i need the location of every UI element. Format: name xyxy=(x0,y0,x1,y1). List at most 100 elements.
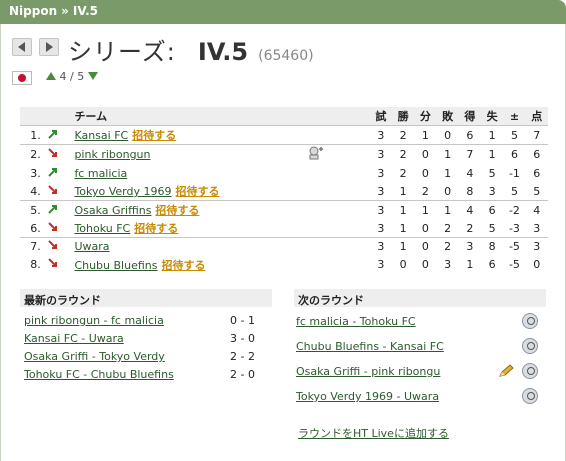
team-link[interactable]: Tohoku FC xyxy=(74,222,130,235)
magnifier-icon[interactable] xyxy=(522,388,538,404)
latest-round-panel: 最新のラウンド pink ribongun - fc malicia 0 - 1… xyxy=(20,289,272,383)
invite-link[interactable]: 招待する xyxy=(132,129,176,142)
goals-for: 2 xyxy=(466,221,474,235)
supporter-icon[interactable] xyxy=(308,146,324,160)
fixture-link[interactable]: fc malicia - Tohoku FC xyxy=(296,315,416,328)
goal-diff: 5 xyxy=(510,184,518,198)
goals-against: 1 xyxy=(481,125,504,145)
rank-navigator: 4 / 5 xyxy=(46,70,98,83)
table-row: 3. fc malicia 3 2 0 1 4 5 -1 6 xyxy=(20,164,548,182)
won: 2 xyxy=(391,125,415,145)
table-header: チーム 試 勝 分 敗 得 失 ± 点 xyxy=(20,107,548,126)
invite-link[interactable]: 招待する xyxy=(155,204,199,217)
breadcrumb-separator: » xyxy=(61,4,69,18)
header-lost: 敗 xyxy=(436,107,459,126)
invite-link[interactable]: 招待する xyxy=(162,259,206,272)
fixture-link[interactable]: Chubu Bluefins - Kansai FC xyxy=(296,340,444,353)
row-position: 2. xyxy=(20,144,47,164)
add-to-ht-live-link[interactable]: ラウンドをHT Liveに追加する xyxy=(298,425,449,441)
goals-for: 7 xyxy=(458,144,482,164)
goals-for: 1 xyxy=(466,258,474,271)
move-up-icon xyxy=(48,129,57,139)
invite-link[interactable]: 招待する xyxy=(175,185,219,198)
goal-diff: -3 xyxy=(508,221,520,235)
team-link[interactable]: Uwara xyxy=(74,240,109,253)
match-link[interactable]: Tohoku FC - Chubu Bluefins xyxy=(24,368,174,381)
lost: 2 xyxy=(444,221,452,235)
rank-total: 5 xyxy=(77,70,85,83)
match-row: Kansai FC - Uwara 3 - 0 xyxy=(20,329,272,347)
page-title: シリーズ: IV.5 (65460) xyxy=(68,32,314,67)
magnifier-icon[interactable] xyxy=(522,313,538,329)
move-up-icon xyxy=(48,204,57,214)
team-link[interactable]: pink ribongun xyxy=(74,148,150,161)
goals-against: 5 xyxy=(488,166,496,180)
match-score: 0 - 1 xyxy=(230,314,255,327)
lost: 1 xyxy=(436,200,459,219)
row-position: 1. xyxy=(20,125,47,145)
won: 2 xyxy=(399,166,407,180)
played: 3 xyxy=(377,221,385,235)
match-link[interactable]: Osaka Griffi - Tokyo Verdy xyxy=(24,350,165,363)
row-position: 8. xyxy=(30,258,41,271)
invite-link[interactable]: 招待する xyxy=(134,222,178,235)
header-goals-for: 得 xyxy=(458,107,482,126)
row-position: 6. xyxy=(30,221,41,235)
move-down-icon xyxy=(48,240,57,250)
won: 1 xyxy=(399,221,407,235)
team-link[interactable]: Chubu Bluefins xyxy=(74,259,157,272)
row-position: 5. xyxy=(20,200,47,219)
goals-against: 5 xyxy=(488,221,496,235)
drawn: 0 xyxy=(421,221,429,235)
arrow-right-icon xyxy=(46,42,53,52)
points: 3 xyxy=(525,237,548,256)
won: 2 xyxy=(391,144,415,164)
goals-against: 6 xyxy=(481,200,504,219)
pencil-icon[interactable] xyxy=(498,364,514,378)
table-row: 2. pink ribongun 3 2 0 1 7 1 6 6 xyxy=(20,144,548,164)
team-link[interactable]: Kansai FC xyxy=(74,129,128,142)
lost: 0 xyxy=(436,125,459,145)
drawn: 0 xyxy=(414,144,437,164)
next-league-button[interactable] xyxy=(39,38,59,56)
match-link[interactable]: pink ribongun - fc malicia xyxy=(24,314,164,327)
row-position: 7. xyxy=(20,237,47,256)
team-link[interactable]: Osaka Griffins xyxy=(74,204,151,217)
rank-down-icon[interactable] xyxy=(87,72,98,80)
magnifier-icon[interactable] xyxy=(522,363,538,379)
won: 0 xyxy=(399,258,407,271)
fixture-row: Osaka Griffi - pink ribongu xyxy=(294,361,546,386)
latest-round-title: 最新のラウンド xyxy=(20,289,272,307)
header-won: 勝 xyxy=(391,107,415,126)
fixture-link[interactable]: Tokyo Verdy 1969 - Uwara xyxy=(296,390,439,403)
points: 3 xyxy=(533,221,541,235)
goals-against: 1 xyxy=(481,144,504,164)
move-down-icon xyxy=(48,184,57,194)
played: 3 xyxy=(369,237,392,256)
move-up-icon xyxy=(48,167,57,177)
goal-diff: -5 xyxy=(503,237,526,256)
header-points: 点 xyxy=(525,107,548,126)
previous-league-button[interactable] xyxy=(12,38,32,56)
table-row: 8. Chubu Bluefins 招待する 3 0 0 3 1 6 -5 0 xyxy=(20,256,548,274)
header-goal-diff: ± xyxy=(503,107,526,126)
rank-current: 4 xyxy=(59,70,67,83)
played: 3 xyxy=(377,166,385,180)
japan-flag-icon[interactable] xyxy=(12,71,32,85)
fixture-link[interactable]: Osaka Griffi - pink ribongu xyxy=(296,365,440,378)
points: 5 xyxy=(533,184,541,198)
magnifier-icon[interactable] xyxy=(522,338,538,354)
goals-for: 3 xyxy=(458,237,482,256)
team-link[interactable]: fc malicia xyxy=(74,167,127,180)
rank-up-icon[interactable] xyxy=(46,72,56,80)
match-score: 2 - 2 xyxy=(230,350,255,363)
match-row: Tohoku FC - Chubu Bluefins 2 - 0 xyxy=(20,365,272,383)
points: 0 xyxy=(533,258,541,271)
match-link[interactable]: Kansai FC - Uwara xyxy=(24,332,124,345)
breadcrumb: Nippon » IV.5 xyxy=(0,0,566,24)
goals-against: 6 xyxy=(488,258,496,271)
team-link[interactable]: Tokyo Verdy 1969 xyxy=(74,185,171,198)
drawn: 0 xyxy=(421,166,429,180)
breadcrumb-country[interactable]: Nippon xyxy=(9,4,57,18)
drawn: 2 xyxy=(421,184,429,198)
